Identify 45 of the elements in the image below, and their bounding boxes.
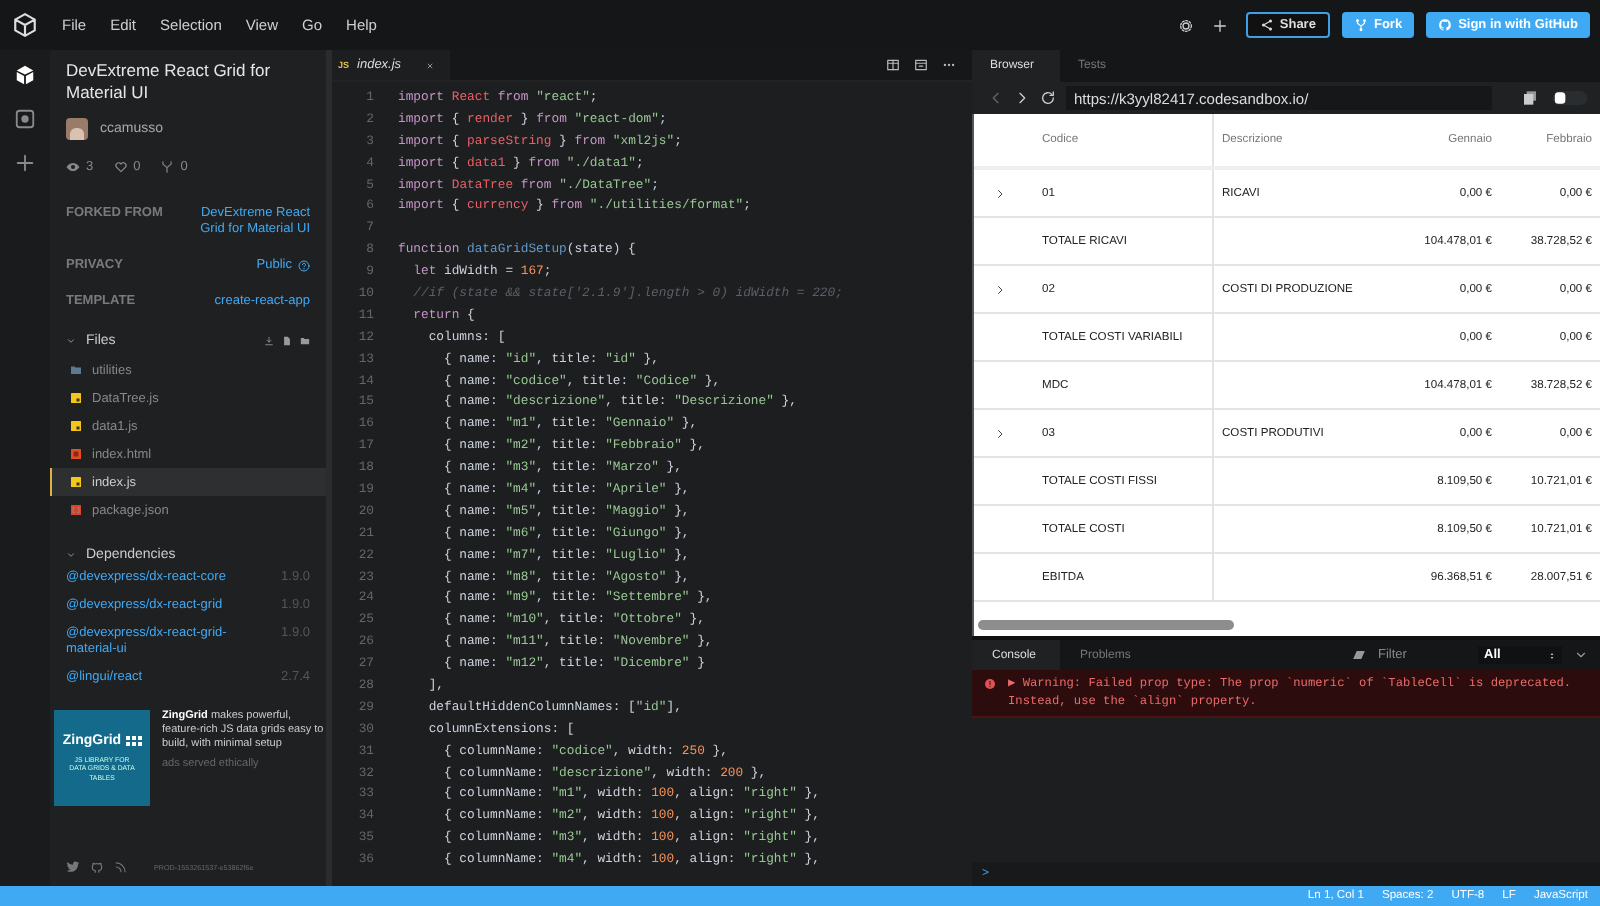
html-file-icon (70, 448, 82, 460)
folder-icon[interactable] (300, 336, 310, 346)
chevron-down-icon[interactable] (1574, 648, 1588, 662)
heart-icon (113, 160, 128, 174)
folder-icon (70, 364, 82, 376)
github-icon (1438, 18, 1453, 32)
file-icon[interactable] (282, 336, 292, 346)
share-icon (1259, 18, 1274, 32)
chevron-right-icon[interactable] (994, 427, 1006, 439)
github-icon[interactable] (90, 860, 104, 874)
plus-icon[interactable] (14, 152, 36, 174)
eraser-icon[interactable] (1352, 648, 1366, 662)
copy-icon[interactable] (1522, 90, 1538, 106)
js-file-icon (70, 420, 82, 432)
cube-icon[interactable] (12, 12, 38, 38)
bird-icon[interactable] (66, 860, 80, 874)
grid-icon (125, 735, 142, 746)
chevron-right-icon[interactable] (1014, 90, 1030, 106)
cube-icon[interactable] (14, 64, 36, 86)
chevron-down-icon[interactable] (66, 550, 76, 560)
close-icon[interactable] (425, 61, 434, 69)
plus-icon[interactable] (1211, 17, 1228, 33)
split-view-icon[interactable] (886, 58, 900, 72)
settings-icon[interactable] (1177, 17, 1194, 33)
chevron-down-icon[interactable] (66, 336, 76, 346)
chevron-right-icon[interactable] (994, 187, 1006, 199)
avatar (66, 118, 88, 140)
reload-icon[interactable] (1040, 90, 1056, 106)
more-icon[interactable] (942, 58, 956, 72)
eye-icon (66, 160, 80, 174)
fork-icon (1353, 18, 1368, 32)
chevron-left-icon[interactable] (988, 90, 1004, 106)
spectrum-icon[interactable] (114, 860, 128, 874)
error-icon (984, 678, 996, 690)
window-icon[interactable] (914, 58, 928, 72)
help-icon[interactable] (298, 260, 310, 272)
js-file-icon (70, 392, 82, 404)
box-icon[interactable] (14, 108, 36, 130)
chevron-right-icon[interactable] (994, 283, 1006, 295)
download-icon[interactable] (264, 336, 274, 346)
scrollbar[interactable] (978, 620, 1234, 630)
js-file-icon (70, 476, 82, 488)
fork-icon (160, 160, 175, 174)
sandbox-title: DevExtreme React Grid for Material UI (66, 58, 273, 104)
json-file-icon (70, 504, 82, 516)
